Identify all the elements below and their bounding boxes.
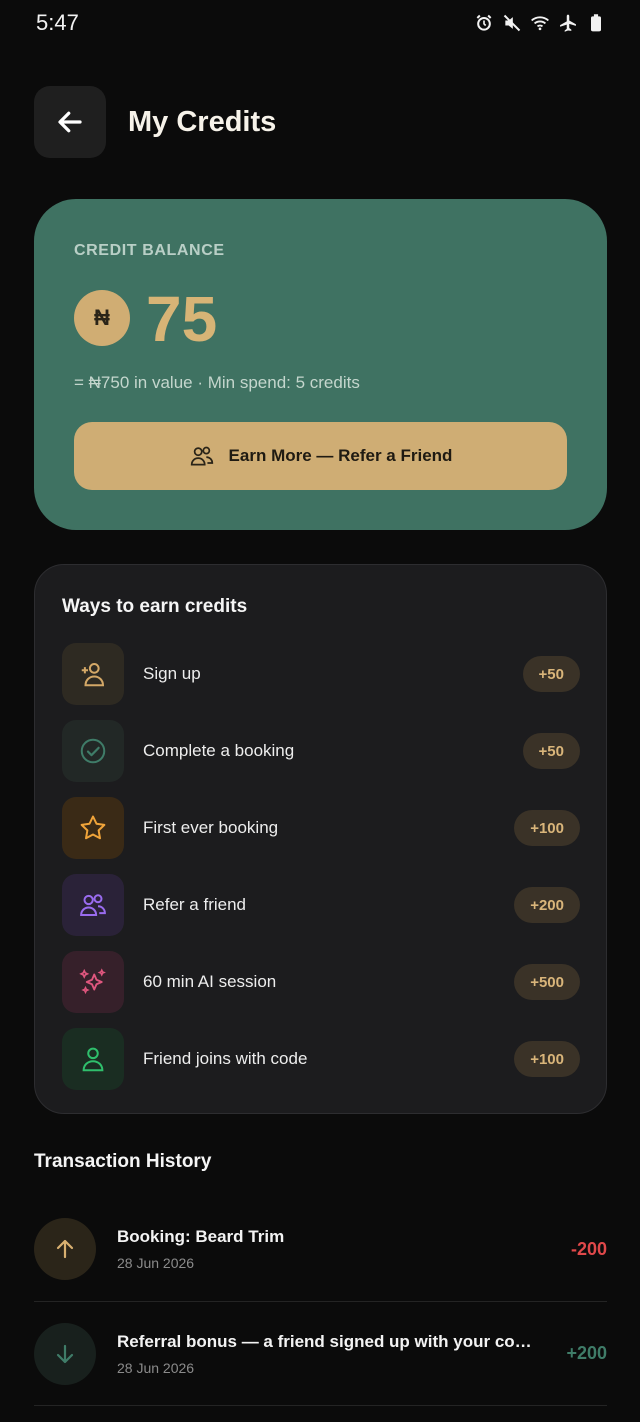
users-icon <box>62 874 124 936</box>
earn-item-ai-session: 60 min AI session +500 <box>62 951 580 1013</box>
status-time: 5:47 <box>36 10 79 35</box>
user-plus-icon <box>62 643 124 705</box>
earn-item-badge: +200 <box>514 887 580 923</box>
earn-more-button[interactable]: Earn More — Refer a Friend <box>74 422 567 490</box>
page-title: My Credits <box>128 105 277 138</box>
balance-label: CREDIT BALANCE <box>74 242 225 259</box>
earn-item-complete-booking: Complete a booking +50 <box>62 720 580 782</box>
balance-value-info: = ₦750 in value · Min spend: 5 credits <box>74 373 360 392</box>
transaction-amount: +200 <box>566 1343 607 1363</box>
wifi-icon <box>530 12 550 34</box>
user-icon <box>62 1028 124 1090</box>
sparkles-icon <box>62 951 124 1013</box>
alarm-icon <box>474 12 494 34</box>
earn-item-label: First ever booking <box>143 818 279 837</box>
divider <box>34 1405 607 1406</box>
status-icons <box>474 12 606 34</box>
arrow-down-icon <box>34 1322 96 1385</box>
ways-to-earn-title: Ways to earn credits <box>62 596 248 617</box>
battery-icon <box>586 12 606 34</box>
naira-coin-icon: ₦ <box>74 290 130 346</box>
ways-to-earn-card: Ways to earn credits Sign up +50 Complet… <box>34 564 607 1114</box>
earn-item-badge: +100 <box>514 1041 580 1077</box>
credit-balance-card: CREDIT BALANCE ₦ 75 = ₦750 in value · Mi… <box>34 199 607 530</box>
earn-item-badge: +50 <box>522 733 580 769</box>
earn-item-sign-up: Sign up +50 <box>62 643 580 705</box>
airplane-icon <box>558 12 578 34</box>
earn-item-first-booking: First ever booking +100 <box>62 797 580 859</box>
earn-item-label: 60 min AI session <box>143 972 277 991</box>
earn-item-friend-joins: Friend joins with code +100 <box>62 1028 580 1090</box>
status-bar: 5:47 <box>0 0 640 50</box>
arrow-left-icon <box>58 111 82 133</box>
mute-icon <box>502 12 522 34</box>
transaction-date: 28 Jun 2026 <box>117 1255 195 1271</box>
earn-item-label: Friend joins with code <box>143 1049 308 1068</box>
transaction-history-title: Transaction History <box>34 1151 212 1172</box>
transaction-date: 28 Jun 2026 <box>117 1359 195 1376</box>
transaction-row[interactable]: Booking: Beard Trim 28 Jun 2026 -200 <box>34 1197 607 1301</box>
earn-item-badge: +500 <box>514 964 580 1000</box>
star-icon <box>62 797 124 859</box>
transaction-title: Booking: Beard Trim <box>117 1227 285 1246</box>
transaction-amount: -200 <box>570 1238 607 1259</box>
earn-item-label: Refer a friend <box>143 895 246 914</box>
transaction-row[interactable]: Referral bonus — a friend signed up with… <box>34 1301 607 1405</box>
transaction-title: Referral bonus — a friend signed up with… <box>117 1331 537 1351</box>
check-circle-icon <box>62 720 124 782</box>
earn-item-badge: +50 <box>522 656 580 692</box>
transaction-text: Booking: Beard Trim 28 Jun 2026 <box>117 1227 571 1271</box>
users-icon <box>190 446 213 466</box>
header: My Credits <box>34 85 276 159</box>
earn-item-label: Complete a booking <box>143 741 295 760</box>
transaction-text: Referral bonus — a friend signed up with… <box>117 1332 566 1376</box>
arrow-up-icon <box>34 1218 96 1280</box>
earn-item-refer-friend: Refer a friend +200 <box>62 874 580 936</box>
earn-more-label: Earn More — Refer a Friend <box>228 446 453 465</box>
earn-item-label: Sign up <box>143 664 201 683</box>
back-button[interactable] <box>34 86 106 158</box>
earn-item-badge: +100 <box>514 810 580 846</box>
balance-amount: 75 <box>146 283 218 355</box>
